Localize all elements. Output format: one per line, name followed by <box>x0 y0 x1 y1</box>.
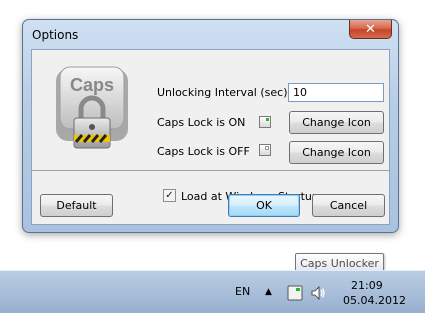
caps-on-indicator-icon <box>259 116 271 128</box>
caps-lock-icon: Caps <box>56 66 128 149</box>
close-icon: ✕ <box>365 21 376 37</box>
change-off-icon-button[interactable]: Change Icon <box>289 141 384 164</box>
options-dialog: Options ✕ Caps Unlocking Interval (sec) … <box>22 19 399 233</box>
ok-button[interactable]: OK <box>228 194 300 217</box>
startup-checkbox[interactable]: ✓ <box>163 189 176 202</box>
caps-off-indicator-icon <box>259 144 271 156</box>
language-indicator[interactable]: EN <box>235 285 250 298</box>
clock-time[interactable]: 21:09 <box>351 279 383 292</box>
window-title: Options <box>32 28 79 42</box>
cancel-button[interactable]: Cancel <box>312 194 385 217</box>
button-separator <box>31 170 390 171</box>
clock-date[interactable]: 05.04.2012 <box>343 294 406 307</box>
default-button[interactable]: Default <box>40 194 113 217</box>
interval-input[interactable] <box>288 83 384 102</box>
caps-key-text: Caps <box>70 75 114 95</box>
interval-label: Unlocking Interval (sec) <box>157 86 288 99</box>
close-button[interactable]: ✕ <box>349 20 392 39</box>
title-bar[interactable]: Options ✕ <box>23 20 398 48</box>
change-on-icon-button[interactable]: Change Icon <box>289 111 384 134</box>
caps-off-label: Caps Lock is OFF <box>157 145 250 158</box>
caps-unlocker-tray-icon[interactable] <box>287 285 303 301</box>
caps-on-label: Caps Lock is ON <box>157 116 246 129</box>
volume-icon[interactable] <box>310 285 326 301</box>
taskbar: EN ▲ 21:09 05.04.2012 <box>0 270 425 313</box>
show-hidden-icons-button[interactable]: ▲ <box>265 287 272 297</box>
